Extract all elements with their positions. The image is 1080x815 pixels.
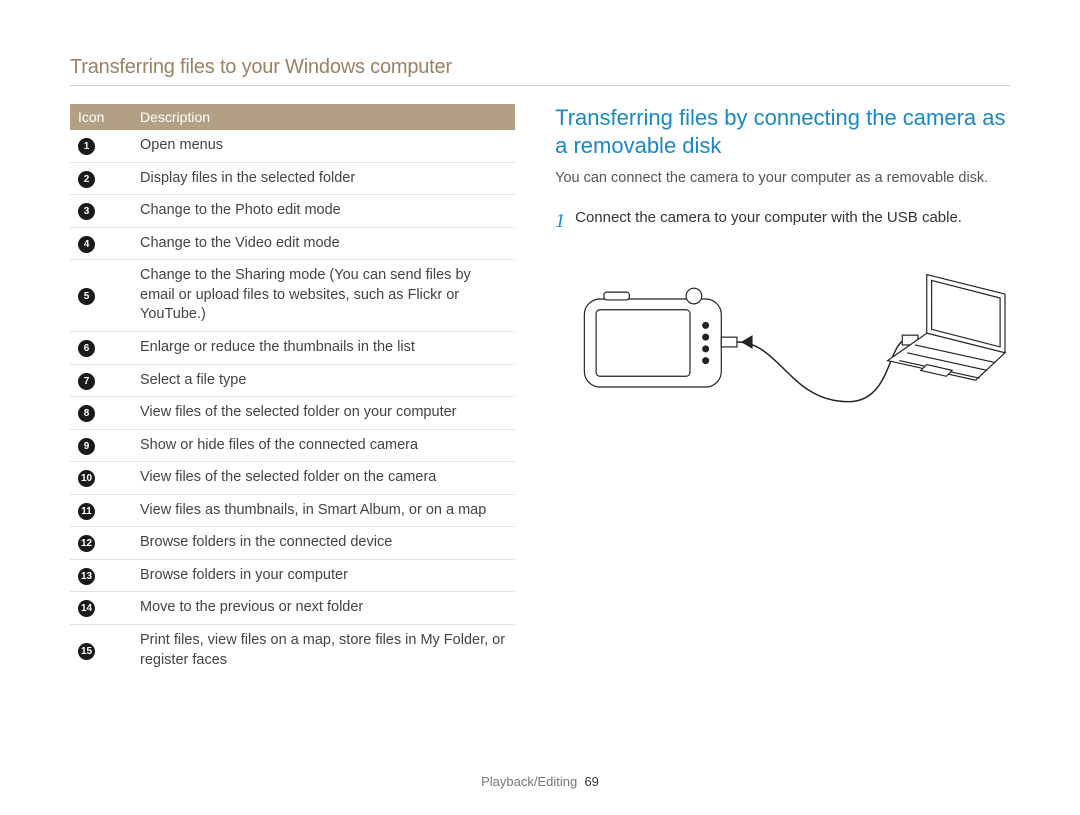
circled-number-icon: 8 bbox=[78, 405, 95, 422]
row-desc: Display files in the selected folder bbox=[132, 162, 515, 195]
circled-number-icon: 4 bbox=[78, 236, 95, 253]
row-desc: Select a file type bbox=[132, 364, 515, 397]
step-text: Connect the camera to your computer with… bbox=[575, 209, 962, 231]
camera-to-laptop-diagram-icon bbox=[555, 253, 1010, 433]
footer-section: Playback/Editing bbox=[481, 774, 577, 789]
circled-number-icon: 11 bbox=[78, 503, 95, 520]
table-row: 12 Browse folders in the connected device bbox=[70, 527, 515, 560]
table-row: 4 Change to the Video edit mode bbox=[70, 227, 515, 260]
section-title: Transferring files by connecting the cam… bbox=[555, 104, 1010, 159]
footer-page-number: 69 bbox=[584, 774, 598, 789]
circled-number-icon: 10 bbox=[78, 470, 95, 487]
intro-paragraph: You can connect the camera to your compu… bbox=[555, 169, 1010, 189]
page-title: Transferring files to your Windows compu… bbox=[70, 56, 1010, 86]
row-desc: Move to the previous or next folder bbox=[132, 592, 515, 625]
table-row: 14 Move to the previous or next folder bbox=[70, 592, 515, 625]
step-number: 1 bbox=[555, 211, 565, 231]
row-desc: Change to the Video edit mode bbox=[132, 227, 515, 260]
table-row: 5 Change to the Sharing mode (You can sen… bbox=[70, 260, 515, 332]
table-row: 10 View files of the selected folder on t… bbox=[70, 462, 515, 495]
right-column: Transferring files by connecting the cam… bbox=[555, 104, 1010, 676]
table-row: 1 Open menus bbox=[70, 130, 515, 162]
row-desc: Change to the Sharing mode (You can send… bbox=[132, 260, 515, 332]
row-desc: Browse folders in your computer bbox=[132, 559, 515, 592]
circled-number-icon: 14 bbox=[78, 600, 95, 617]
table-header-desc: Description bbox=[132, 104, 515, 130]
row-desc: Browse folders in the connected device bbox=[132, 527, 515, 560]
table-row: 9 Show or hide files of the connected cam… bbox=[70, 429, 515, 462]
table-header-icon: Icon bbox=[70, 104, 132, 130]
circled-number-icon: 6 bbox=[78, 340, 95, 357]
row-desc: Open menus bbox=[132, 130, 515, 162]
page-footer: Playback/Editing 69 bbox=[0, 774, 1080, 789]
row-desc: Show or hide files of the connected came… bbox=[132, 429, 515, 462]
row-desc: Change to the Photo edit mode bbox=[132, 195, 515, 228]
circled-number-icon: 3 bbox=[78, 203, 95, 220]
circled-number-icon: 13 bbox=[78, 568, 95, 585]
circled-number-icon: 7 bbox=[78, 373, 95, 390]
circled-number-icon: 15 bbox=[78, 643, 95, 660]
table-row: 8 View files of the selected folder on yo… bbox=[70, 397, 515, 430]
content-columns: Icon Description 1 Open menus 2 Display fi… bbox=[70, 104, 1010, 676]
step-1: 1 Connect the camera to your computer wi… bbox=[555, 209, 1010, 231]
left-column: Icon Description 1 Open menus 2 Display fi… bbox=[70, 104, 515, 676]
table-row: 11 View files as thumbnails, in Smart Alb… bbox=[70, 494, 515, 527]
row-desc: Enlarge or reduce the thumbnails in the … bbox=[132, 331, 515, 364]
circled-number-icon: 1 bbox=[78, 138, 95, 155]
table-row: 13 Browse folders in your computer bbox=[70, 559, 515, 592]
circled-number-icon: 12 bbox=[78, 535, 95, 552]
row-desc: View files of the selected folder on the… bbox=[132, 462, 515, 495]
table-row: 6 Enlarge or reduce the thumbnails in the… bbox=[70, 331, 515, 364]
row-desc: Print files, view files on a map, store … bbox=[132, 625, 515, 677]
circled-number-icon: 5 bbox=[78, 288, 95, 305]
table-row: 2 Display files in the selected folder bbox=[70, 162, 515, 195]
row-desc: View files as thumbnails, in Smart Album… bbox=[132, 494, 515, 527]
table-row: 7 Select a file type bbox=[70, 364, 515, 397]
row-desc: View files of the selected folder on you… bbox=[132, 397, 515, 430]
circled-number-icon: 2 bbox=[78, 171, 95, 188]
table-row: 3 Change to the Photo edit mode bbox=[70, 195, 515, 228]
circled-number-icon: 9 bbox=[78, 438, 95, 455]
icon-description-table: Icon Description 1 Open menus 2 Display fi… bbox=[70, 104, 515, 676]
table-row: 15 Print files, view files on a map, stor… bbox=[70, 625, 515, 677]
